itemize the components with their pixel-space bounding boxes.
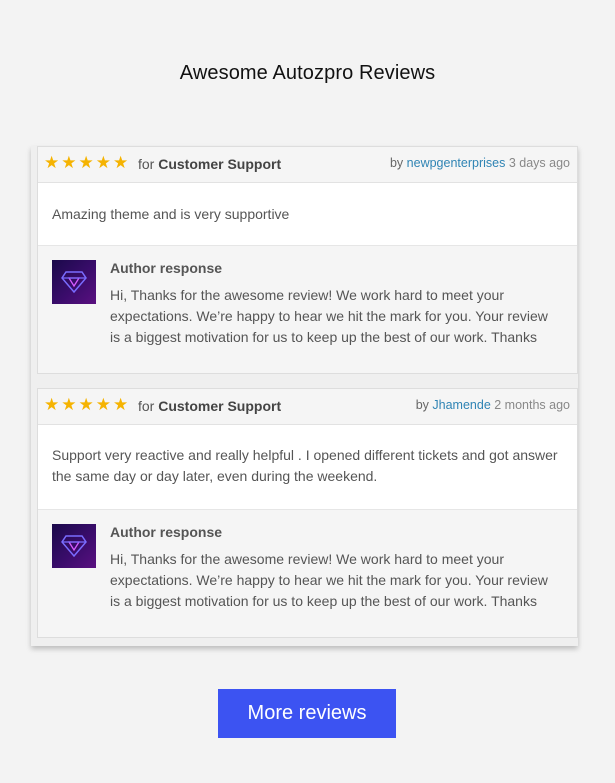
review-time: 2 months ago xyxy=(494,398,570,412)
review-time: 3 days ago xyxy=(508,156,570,170)
author-response-title: Author response xyxy=(110,524,223,540)
star-icon: ★ xyxy=(78,395,94,415)
diamond-logo-icon xyxy=(52,260,96,304)
review-body: Support very reactive and really helpful… xyxy=(38,425,577,510)
by-prefix: by xyxy=(415,398,429,412)
review-item: ★ ★ ★ ★ ★ for Customer Support by Jhamen… xyxy=(37,388,578,638)
star-icon: ★ xyxy=(113,395,129,415)
for-prefix: for xyxy=(138,398,155,414)
diamond-logo-icon xyxy=(52,524,96,568)
star-icon: ★ xyxy=(61,395,77,415)
review-category-line: for Customer Support xyxy=(138,398,281,414)
by-prefix: by xyxy=(389,156,404,170)
star-icon: ★ xyxy=(44,153,60,173)
review-byline: by Jhamende 2 months ago xyxy=(416,398,570,412)
author-response-text: Hi, Thanks for the awesome review! We wo… xyxy=(110,287,548,345)
review-category: Customer Support xyxy=(158,398,282,414)
author-response-title: Author response xyxy=(110,260,223,276)
review-body: Amazing theme and is very supportive xyxy=(38,183,577,246)
review-header: ★ ★ ★ ★ ★ for Customer Support by Jhamen… xyxy=(38,389,577,425)
star-rating: ★ ★ ★ ★ ★ xyxy=(44,154,128,172)
star-icon: ★ xyxy=(44,395,60,415)
review-category-line: for Customer Support xyxy=(138,156,281,172)
star-icon: ★ xyxy=(95,153,111,173)
author-response-text: Hi, Thanks for the awesome review! We wo… xyxy=(110,551,548,609)
review-category: Customer Support xyxy=(158,156,282,172)
reviews-card: ★ ★ ★ ★ ★ for Customer Support by newpge… xyxy=(31,146,578,646)
star-icon: ★ xyxy=(78,153,94,173)
reviewer-username-link[interactable]: newpgenterprises xyxy=(407,156,506,170)
star-icon: ★ xyxy=(113,153,129,173)
star-icon: ★ xyxy=(61,153,77,173)
for-prefix: for xyxy=(138,156,155,172)
page-title: Awesome Autozpro Reviews xyxy=(179,62,436,84)
review-byline: by newpgenterprises 3 days ago xyxy=(390,156,570,170)
review-header: ★ ★ ★ ★ ★ for Customer Support by newpge… xyxy=(38,147,577,183)
star-rating: ★ ★ ★ ★ ★ xyxy=(44,396,128,414)
more-reviews-button[interactable]: More reviews xyxy=(218,689,396,738)
reviewer-username-link[interactable]: Jhamende xyxy=(432,398,490,412)
author-response: Author response Hi, Thanks for the aweso… xyxy=(38,510,577,612)
review-item: ★ ★ ★ ★ ★ for Customer Support by newpge… xyxy=(37,146,578,374)
star-icon: ★ xyxy=(95,395,111,415)
author-response: Author response Hi, Thanks for the aweso… xyxy=(38,246,577,348)
